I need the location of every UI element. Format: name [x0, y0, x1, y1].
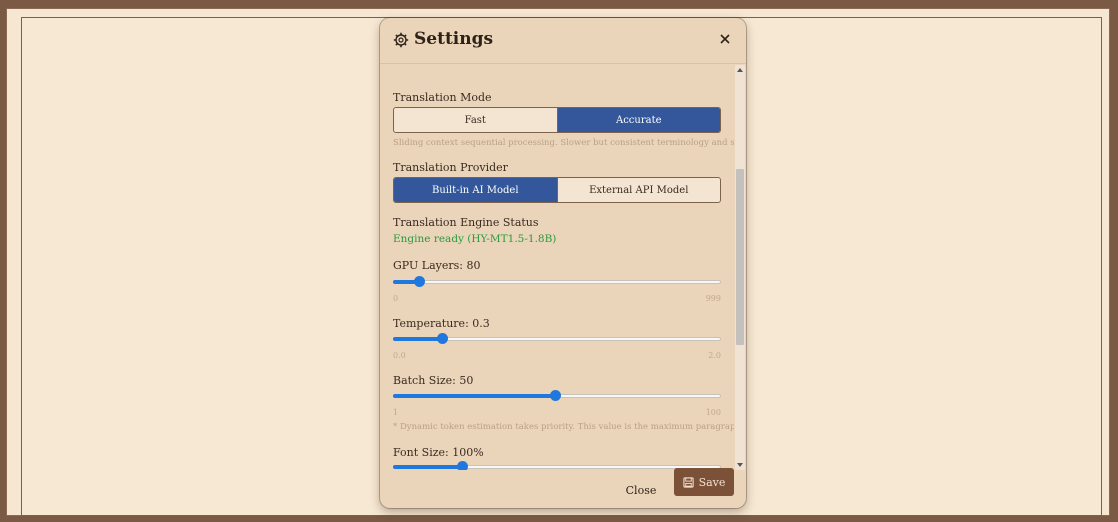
- save-button-label: Save: [698, 475, 726, 489]
- save-button[interactable]: Save: [674, 468, 734, 496]
- slider-fill: [393, 465, 462, 469]
- save-icon: [682, 476, 694, 488]
- engine-status-value: Engine ready (HY-MT1.5-1.8B): [393, 233, 557, 245]
- slider-thumb[interactable]: [414, 276, 426, 287]
- close-icon[interactable]: [717, 31, 733, 47]
- font-size-slider[interactable]: [393, 460, 721, 470]
- translation-mode-label: Translation Mode: [393, 91, 492, 104]
- dialog-body: Translation Mode Fast Accurate Sliding c…: [380, 65, 734, 470]
- batch-size-slider[interactable]: [393, 389, 721, 403]
- gpu-layers-slider[interactable]: [393, 275, 721, 289]
- slider-thumb[interactable]: [550, 390, 562, 401]
- translation-mode-toggle: Fast Accurate: [393, 107, 721, 133]
- dialog-title: Settings: [414, 29, 494, 49]
- translation-provider-label: Translation Provider: [393, 161, 508, 174]
- slider-thumb[interactable]: [456, 461, 468, 470]
- provider-builtin-button[interactable]: Built-in AI Model: [394, 178, 557, 202]
- gpu-layers-min: 0: [393, 294, 399, 303]
- engine-status-label: Translation Engine Status: [393, 216, 539, 229]
- provider-external-button[interactable]: External API Model: [556, 178, 721, 202]
- batch-size-label: Batch Size: 50: [393, 374, 474, 387]
- slider-track: [393, 280, 721, 284]
- dialog-footer: Close Save: [380, 468, 746, 508]
- temperature-max: 2.0: [708, 351, 721, 360]
- batch-size-max: 100: [705, 408, 721, 417]
- temperature-slider[interactable]: [393, 332, 721, 346]
- batch-size-min: 1: [393, 408, 399, 417]
- slider-fill: [393, 394, 556, 398]
- mode-accurate-button[interactable]: Accurate: [556, 108, 720, 132]
- translation-provider-toggle: Built-in AI Model External API Model: [393, 177, 721, 203]
- scroll-up-arrow-icon[interactable]: [737, 68, 743, 72]
- dialog-header: Settings: [380, 18, 746, 64]
- temperature-label: Temperature: 0.3: [393, 317, 490, 330]
- temperature-min: 0.0: [393, 351, 406, 360]
- settings-dialog: Settings Translation Mode Fast Accurate …: [380, 18, 746, 508]
- gear-icon: [393, 32, 409, 48]
- batch-size-hint: * Dynamic token estimation takes priorit…: [393, 422, 734, 432]
- font-size-label: Font Size: 100%: [393, 446, 484, 459]
- scrollbar-thumb[interactable]: [736, 169, 744, 345]
- gpu-layers-label: GPU Layers: 80: [393, 259, 481, 272]
- slider-thumb[interactable]: [437, 333, 449, 344]
- scroll-down-arrow-icon[interactable]: [737, 463, 743, 467]
- close-button[interactable]: Close: [620, 478, 662, 502]
- gpu-layers-max: 999: [705, 294, 721, 303]
- mode-fast-button[interactable]: Fast: [394, 108, 557, 132]
- slider-fill: [393, 337, 443, 341]
- dialog-scrollbar[interactable]: [735, 65, 745, 470]
- translation-mode-hint: Sliding context sequential processing. S…: [393, 138, 734, 148]
